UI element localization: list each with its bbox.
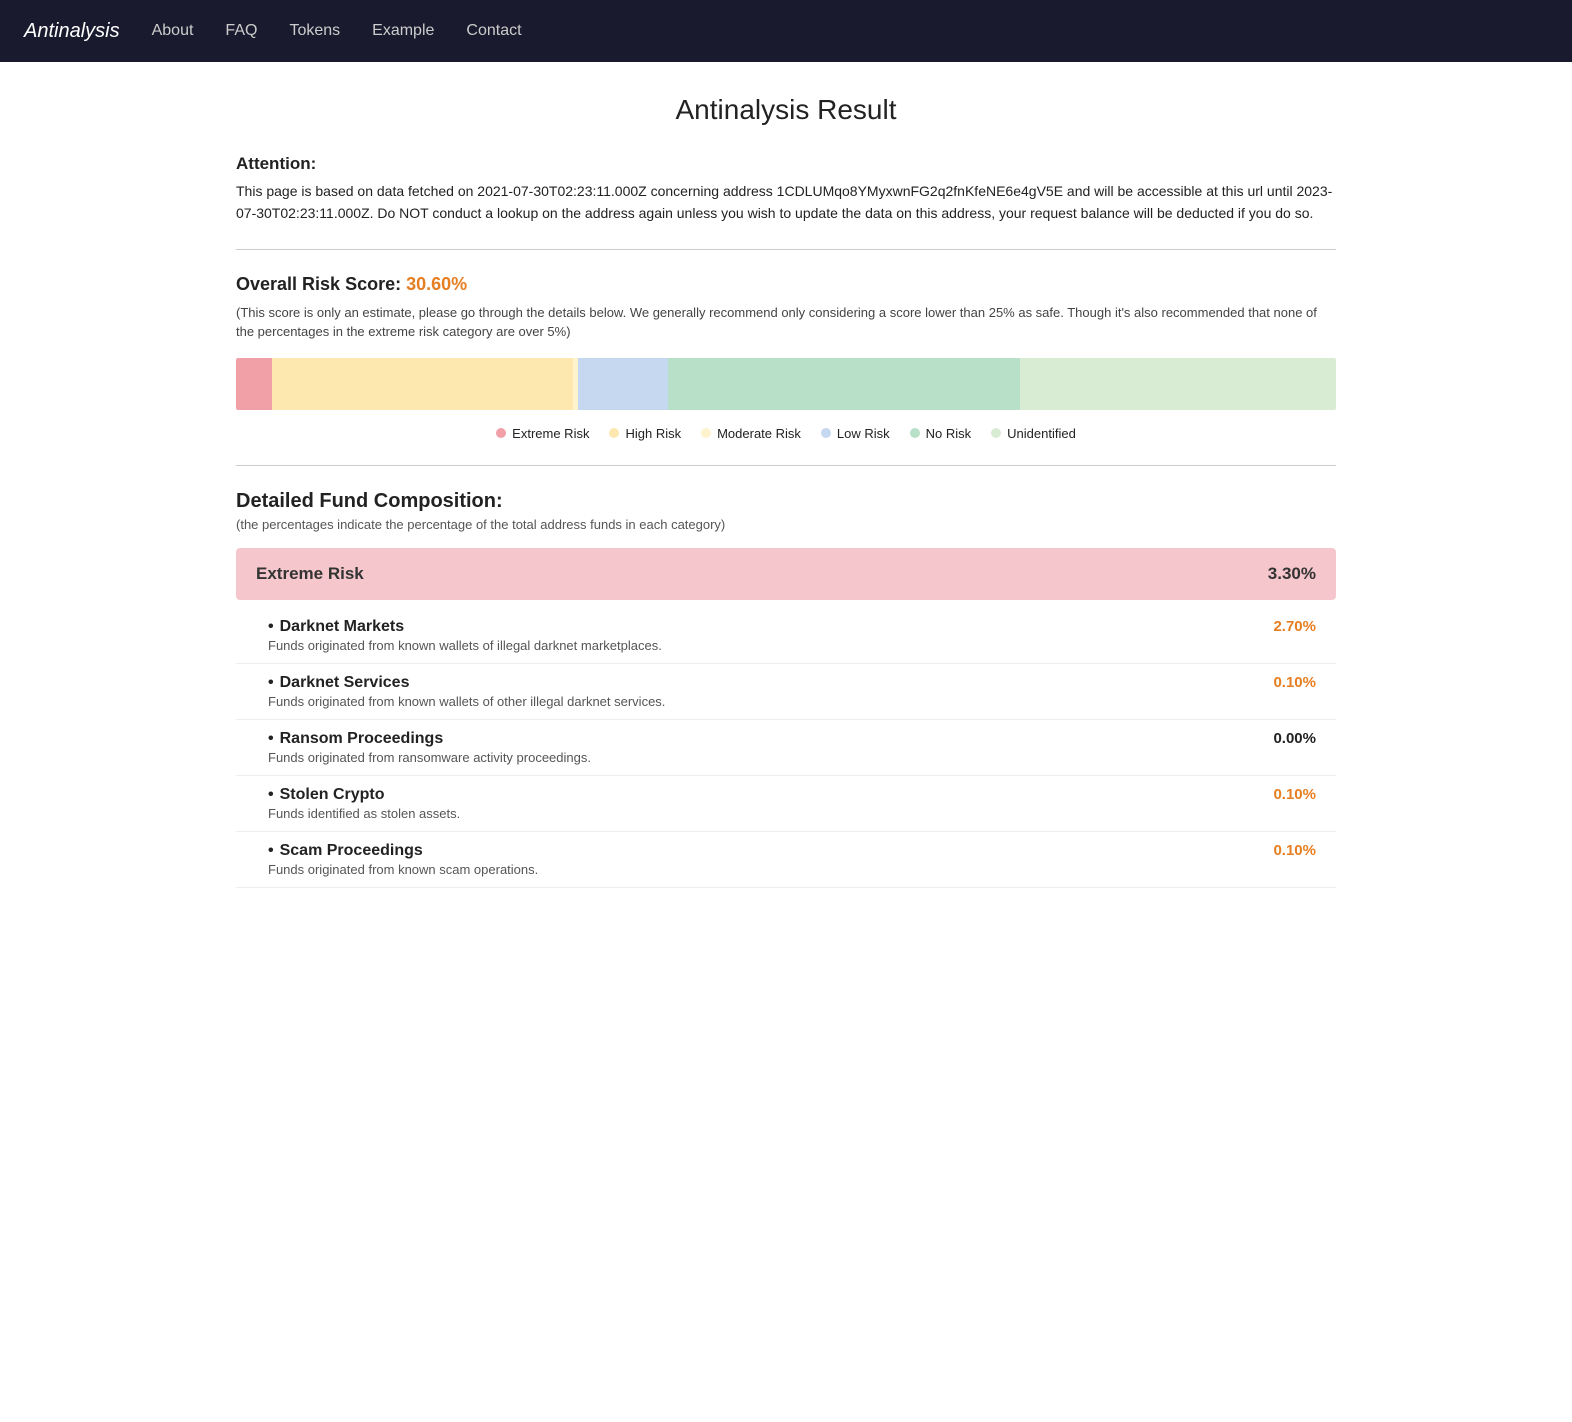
sub-item-name: •Ransom Proceedings bbox=[268, 730, 591, 748]
legend-item-unidentified: Unidentified bbox=[991, 426, 1076, 441]
legend-label: Low Risk bbox=[837, 426, 890, 441]
detailed-title: Detailed Fund Composition: bbox=[236, 490, 1336, 513]
sub-item: •Stolen Crypto Funds identified as stolen… bbox=[236, 776, 1336, 832]
sub-item-row: •Ransom Proceedings Funds originated from… bbox=[268, 730, 1316, 765]
sub-item-desc: Funds originated from known wallets of i… bbox=[268, 638, 662, 653]
sub-item-left: •Darknet Markets Funds originated from kn… bbox=[268, 618, 662, 653]
sub-item-desc: Funds originated from ransomware activit… bbox=[268, 750, 591, 765]
sub-item-pct: 0.10% bbox=[1273, 674, 1316, 691]
attention-block: Attention: This page is based on data fe… bbox=[236, 154, 1336, 225]
sub-item-pct: 0.00% bbox=[1273, 730, 1316, 747]
legend-label: Unidentified bbox=[1007, 426, 1076, 441]
nav-link-faq[interactable]: FAQ bbox=[225, 22, 257, 40]
legend-item-no-risk: No Risk bbox=[910, 426, 972, 441]
risk-score-value: 30.60% bbox=[406, 274, 467, 294]
nav-link-tokens[interactable]: Tokens bbox=[289, 22, 340, 40]
sub-item: •Scam Proceedings Funds originated from k… bbox=[236, 832, 1336, 888]
sub-item-desc: Funds originated from known scam operati… bbox=[268, 862, 538, 877]
sub-item-name: •Darknet Markets bbox=[268, 618, 662, 636]
sub-item-desc: Funds identified as stolen assets. bbox=[268, 806, 460, 821]
legend-dot bbox=[496, 428, 506, 438]
risk-score-label: Overall Risk Score: 30.60% bbox=[236, 274, 1336, 295]
legend-label: High Risk bbox=[625, 426, 681, 441]
detailed-subtitle: (the percentages indicate the percentage… bbox=[236, 517, 1336, 532]
sub-item-row: •Darknet Services Funds originated from k… bbox=[268, 674, 1316, 709]
category-header-extreme-risk: Extreme Risk 3.30% bbox=[236, 548, 1336, 600]
legend-label: Extreme Risk bbox=[512, 426, 589, 441]
nav-link-about[interactable]: About bbox=[152, 22, 194, 40]
nav-links: About FAQ Tokens Example Contact bbox=[152, 22, 522, 40]
sub-item: •Darknet Markets Funds originated from kn… bbox=[236, 608, 1336, 664]
sub-item-name: •Stolen Crypto bbox=[268, 786, 460, 804]
risk-score-note: (This score is only an estimate, please … bbox=[236, 303, 1336, 342]
sub-item: •Ransom Proceedings Funds originated from… bbox=[236, 720, 1336, 776]
nav-link-contact[interactable]: Contact bbox=[466, 22, 521, 40]
legend-dot bbox=[821, 428, 831, 438]
main-content: Antinalysis Result Attention: This page … bbox=[216, 62, 1356, 920]
navbar: Antinalysis About FAQ Tokens Example Contact bbox=[0, 0, 1572, 62]
sub-item-desc: Funds originated from known wallets of o… bbox=[268, 694, 665, 709]
bar-segment-low-risk bbox=[578, 358, 668, 410]
sub-item-pct: 0.10% bbox=[1273, 842, 1316, 859]
sub-item: •Darknet Services Funds originated from k… bbox=[236, 664, 1336, 720]
category-pct: 3.30% bbox=[1268, 564, 1316, 584]
sub-item-row: •Stolen Crypto Funds identified as stolen… bbox=[268, 786, 1316, 821]
sub-item-name: •Scam Proceedings bbox=[268, 842, 538, 860]
bar-segment-extreme-risk bbox=[236, 358, 272, 410]
risk-bar bbox=[236, 358, 1336, 410]
divider-2 bbox=[236, 465, 1336, 466]
attention-title: Attention: bbox=[236, 154, 1336, 174]
sub-item-row: •Darknet Markets Funds originated from kn… bbox=[268, 618, 1316, 653]
divider-1 bbox=[236, 249, 1336, 250]
categories-container: Extreme Risk 3.30% •Darknet Markets Funds o… bbox=[236, 548, 1336, 888]
legend-label: Moderate Risk bbox=[717, 426, 801, 441]
sub-item-name: •Darknet Services bbox=[268, 674, 665, 692]
risk-legend: Extreme Risk High Risk Moderate Risk Low Ri… bbox=[236, 426, 1336, 441]
page-title: Antinalysis Result bbox=[236, 94, 1336, 126]
bar-segment-high-risk bbox=[272, 358, 572, 410]
legend-item-moderate-risk: Moderate Risk bbox=[701, 426, 801, 441]
sub-item-left: •Ransom Proceedings Funds originated from… bbox=[268, 730, 591, 765]
legend-label: No Risk bbox=[926, 426, 972, 441]
sub-item-left: •Darknet Services Funds originated from k… bbox=[268, 674, 665, 709]
legend-dot bbox=[701, 428, 711, 438]
legend-dot bbox=[910, 428, 920, 438]
legend-dot bbox=[609, 428, 619, 438]
bar-segment-unidentified bbox=[1020, 358, 1336, 410]
legend-item-extreme-risk: Extreme Risk bbox=[496, 426, 589, 441]
category-name: Extreme Risk bbox=[256, 564, 364, 584]
sub-item-pct: 0.10% bbox=[1273, 786, 1316, 803]
legend-item-low-risk: Low Risk bbox=[821, 426, 890, 441]
attention-text: This page is based on data fetched on 20… bbox=[236, 180, 1336, 225]
sub-item-row: •Scam Proceedings Funds originated from k… bbox=[268, 842, 1316, 877]
legend-item-high-risk: High Risk bbox=[609, 426, 681, 441]
site-logo[interactable]: Antinalysis bbox=[24, 20, 120, 43]
sub-item-pct: 2.70% bbox=[1273, 618, 1316, 635]
legend-dot bbox=[991, 428, 1001, 438]
sub-item-left: •Scam Proceedings Funds originated from k… bbox=[268, 842, 538, 877]
nav-link-example[interactable]: Example bbox=[372, 22, 434, 40]
sub-item-left: •Stolen Crypto Funds identified as stolen… bbox=[268, 786, 460, 821]
bar-segment-no-risk bbox=[668, 358, 1020, 410]
